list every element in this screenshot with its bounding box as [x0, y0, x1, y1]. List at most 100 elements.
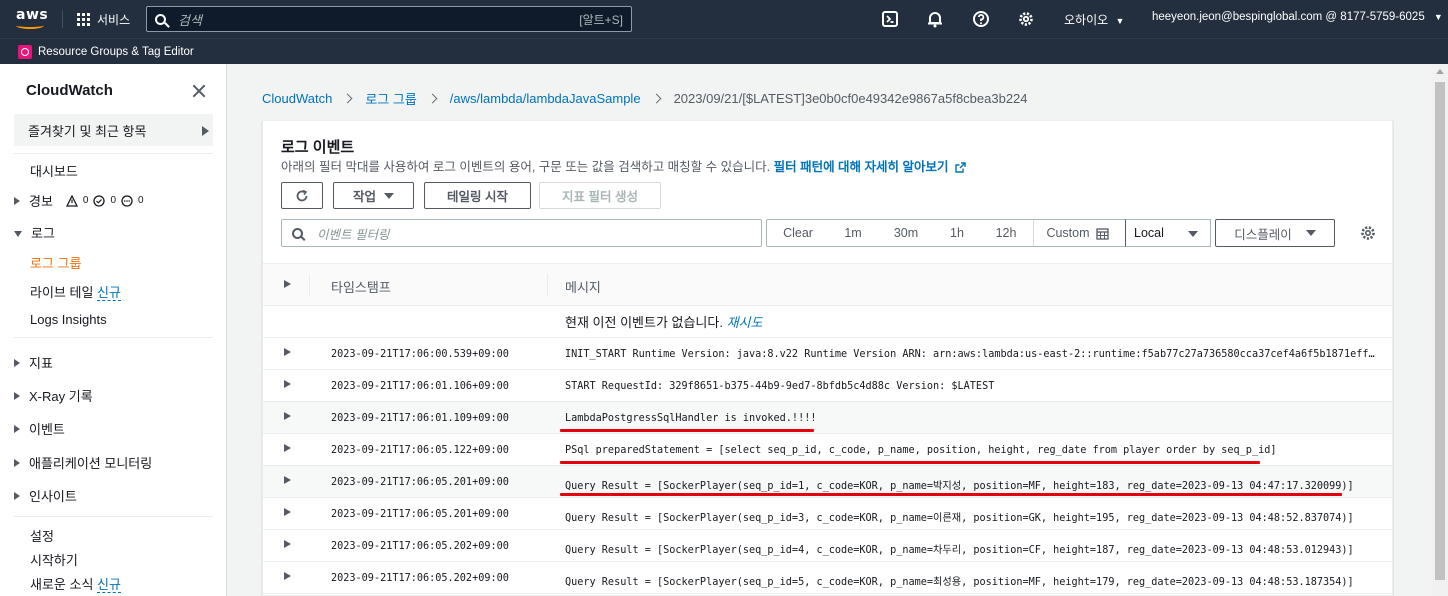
- scroll-up-icon[interactable]: [1436, 69, 1444, 74]
- table-row[interactable]: 2023-09-21T17:06:05.202+09:00 Query Resu…: [263, 562, 1392, 594]
- gear-icon[interactable]: [1017, 10, 1035, 28]
- event-timestamp: 2023-09-21T17:06:00.539+09:00: [331, 349, 509, 360]
- check-circle-icon: [93, 194, 106, 207]
- timezone-select[interactable]: Local: [1125, 219, 1211, 247]
- event-timestamp: 2023-09-21T17:06:01.109+09:00: [331, 413, 509, 424]
- sidebar-item-app-monitoring[interactable]: 애플리케이션 모니터링: [14, 453, 152, 472]
- sidebar-item-settings[interactable]: 설정: [30, 526, 54, 545]
- expand-row-icon[interactable]: [284, 508, 291, 516]
- resource-groups-link[interactable]: Resource Groups & Tag Editor: [38, 46, 194, 58]
- caret-right-icon: [14, 491, 20, 500]
- time-30m-button[interactable]: 30m: [877, 220, 935, 246]
- sidebar-item-events[interactable]: 이벤트: [14, 419, 65, 438]
- sidebar-item-alarms[interactable]: 경보 0 0 0: [14, 191, 144, 210]
- event-timestamp: 2023-09-21T17:06:05.201+09:00: [331, 477, 509, 488]
- sidebar-title[interactable]: CloudWatch: [26, 82, 113, 99]
- sidebar-item-xray[interactable]: X-Ray 기록: [14, 386, 93, 405]
- sidebar-item-label: 인사이트: [29, 489, 77, 504]
- event-message: START RequestId: 329f8651-b375-44b9-9ed7…: [565, 381, 995, 392]
- display-label: 디스플레이: [1234, 227, 1292, 242]
- sidebar-item-label: 새로운 소식: [30, 577, 94, 592]
- table-row[interactable]: 2023-09-21T17:06:05.201+09:00 Query Resu…: [263, 498, 1392, 530]
- caret-right-icon: [14, 424, 20, 433]
- search-icon: [155, 13, 166, 25]
- expand-row-icon[interactable]: [284, 476, 291, 484]
- column-header-message[interactable]: 메시지: [565, 277, 601, 296]
- no-older-events-message: 현재 이전 이벤트가 없습니다. 재시도: [565, 312, 762, 331]
- learn-more-link[interactable]: 필터 패턴에 대해 자세히 알아보기: [774, 160, 966, 174]
- event-timestamp: 2023-09-21T17:06:05.202+09:00: [331, 541, 509, 552]
- create-metric-filter-button[interactable]: 지표 필터 생성: [539, 182, 661, 209]
- refresh-button[interactable]: [281, 182, 323, 209]
- caret-right-icon: [202, 126, 209, 136]
- time-12h-button[interactable]: 12h: [979, 220, 1033, 246]
- search-placeholder: 검색: [178, 12, 202, 28]
- breadcrumb-cloudwatch[interactable]: CloudWatch: [262, 91, 332, 106]
- expand-row-icon[interactable]: [284, 444, 291, 452]
- expand-row-icon[interactable]: [284, 540, 291, 548]
- breadcrumb-log-groups[interactable]: 로그 그룹: [365, 89, 416, 108]
- expand-row-icon[interactable]: [284, 380, 291, 388]
- sidebar-item-insights[interactable]: 인사이트: [14, 486, 77, 505]
- breadcrumb-log-group[interactable]: /aws/lambda/lambdaJavaSample: [450, 91, 641, 106]
- event-message: PSql preparedStatement = [select seq_p_i…: [565, 445, 1277, 456]
- table-header: 타임스탬프 메시지: [263, 263, 1392, 306]
- actions-label: 작업: [352, 190, 376, 204]
- sidebar-item-getting-started[interactable]: 시작하기: [30, 550, 78, 569]
- page-scrollbar[interactable]: [1432, 64, 1448, 596]
- cloudshell-icon[interactable]: [881, 10, 899, 28]
- help-icon[interactable]: [972, 10, 990, 28]
- log-events-panel: 로그 이벤트 아래의 필터 막대를 사용하여 로그 이벤트의 용어, 구문 또는…: [262, 120, 1393, 596]
- settings-gear-icon[interactable]: [1359, 224, 1377, 242]
- sidebar-item-log-groups[interactable]: 로그 그룹: [30, 253, 81, 272]
- grid-icon: [77, 12, 90, 26]
- display-button[interactable]: 디스플레이: [1215, 219, 1335, 247]
- services-menu-button[interactable]: 서비스: [63, 11, 144, 28]
- actions-button[interactable]: 작업: [333, 182, 414, 209]
- time-clear-button[interactable]: Clear: [767, 220, 829, 246]
- table-row[interactable]: 2023-09-21T17:06:00.539+09:00 INIT_START…: [263, 338, 1392, 370]
- sidebar-item-dashboard[interactable]: 대시보드: [30, 161, 78, 180]
- expand-row-icon[interactable]: [284, 572, 291, 580]
- event-message: Query Result = [SockerPlayer(seq_p_id=5,…: [565, 577, 1354, 588]
- time-1h-button[interactable]: 1h: [935, 220, 979, 246]
- time-1m-button[interactable]: 1m: [829, 220, 877, 246]
- sidebar-item-whats-new[interactable]: 새로운 소식 신규: [30, 574, 121, 593]
- column-divider: [547, 274, 548, 296]
- sidebar-item-live-tail[interactable]: 라이브 테일 신규: [30, 282, 121, 301]
- retry-link[interactable]: 재시도: [727, 315, 763, 330]
- sidebar: CloudWatch 즐겨찾기 및 최근 항목 대시보드 경보 0 0 0 로그…: [0, 64, 227, 596]
- bell-icon[interactable]: [926, 10, 944, 28]
- new-badge: 신규: [97, 285, 121, 301]
- sidebar-item-logs-insights[interactable]: Logs Insights: [30, 312, 107, 327]
- column-header-timestamp[interactable]: 타임스탬프: [331, 277, 391, 296]
- event-filter-input[interactable]: 이벤트 필터링: [281, 219, 762, 247]
- sidebar-favorites[interactable]: 즐겨찾기 및 최근 항목: [14, 114, 213, 146]
- sidebar-divider: [14, 516, 213, 517]
- expand-row-icon[interactable]: [284, 348, 291, 356]
- search-shortcut: [알트+S]: [579, 12, 623, 27]
- table-row[interactable]: 2023-09-21T17:06:01.109+09:00 LambdaPost…: [263, 402, 1392, 434]
- table-row[interactable]: 2023-09-21T17:06:01.106+09:00 START Requ…: [263, 370, 1392, 402]
- expand-all-icon[interactable]: [284, 280, 291, 288]
- region-selector[interactable]: 오하이오 ▼: [1064, 11, 1124, 28]
- close-icon[interactable]: [190, 82, 208, 100]
- sidebar-item-logs[interactable]: 로그: [14, 223, 55, 242]
- start-tailing-button[interactable]: 테일링 시작: [424, 182, 531, 209]
- timezone-value: Local: [1134, 226, 1164, 240]
- caret-down-icon: [1305, 230, 1316, 236]
- chevron-right-icon: [342, 93, 353, 104]
- favorites-bar: Resource Groups & Tag Editor: [0, 38, 1448, 64]
- annotation-underline: [560, 493, 1342, 496]
- global-search-input[interactable]: 검색 [알트+S]: [146, 6, 632, 32]
- sidebar-item-metrics[interactable]: 지표: [14, 353, 53, 372]
- aws-logo[interactable]: aws: [0, 0, 62, 38]
- event-message: Query Result = [SockerPlayer(seq_p_id=3,…: [565, 513, 1354, 524]
- account-menu[interactable]: heeyeon.jeon@bespinglobal.com @ 8177-575…: [1152, 11, 1443, 23]
- expand-row-icon[interactable]: [284, 412, 291, 420]
- sidebar-item-label: 이벤트: [29, 422, 65, 437]
- table-row[interactable]: 2023-09-21T17:06:05.202+09:00 Query Resu…: [263, 530, 1392, 562]
- sidebar-favorites-label: 즐겨찾기 및 최근 항목: [28, 123, 147, 139]
- scrollbar-thumb[interactable]: [1435, 82, 1445, 580]
- time-custom-button[interactable]: Custom: [1033, 220, 1121, 246]
